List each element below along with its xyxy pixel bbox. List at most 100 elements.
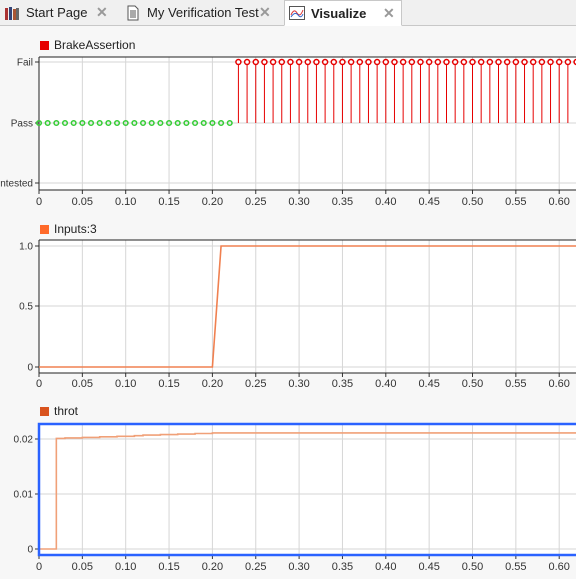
legend-swatch xyxy=(40,224,49,234)
fail-marker xyxy=(252,58,259,66)
fail-marker xyxy=(321,58,329,66)
pass-marker xyxy=(79,119,86,127)
fail-marker xyxy=(529,58,537,66)
fail-marker xyxy=(538,58,546,66)
selection-border xyxy=(37,422,576,557)
tab-label: Start Page xyxy=(26,5,88,20)
plot-area xyxy=(39,240,576,373)
x-tick-label: 0.45 xyxy=(418,378,439,390)
fail-marker xyxy=(391,58,398,66)
fail-marker xyxy=(382,58,390,66)
fail-marker xyxy=(313,58,320,66)
y-tick-label: 0.01 xyxy=(14,490,34,501)
x-tick-label: 0.50 xyxy=(462,196,483,208)
close-icon[interactable]: ✕ xyxy=(383,5,395,22)
fail-marker xyxy=(477,58,485,66)
x-tick-label: 0.30 xyxy=(288,378,309,390)
pass-marker xyxy=(131,119,138,127)
series-line xyxy=(39,245,576,368)
pass-marker xyxy=(122,119,129,127)
books-icon xyxy=(5,6,19,20)
fail-marker xyxy=(564,58,572,66)
x-tick-label: 0 xyxy=(36,561,42,573)
x-tick-label: 0.60 xyxy=(548,561,569,573)
x-tick-label: 0.35 xyxy=(332,561,353,573)
legend-label: throt xyxy=(54,404,79,418)
plot-title: Inputs:3 xyxy=(40,222,97,236)
x-tick-label: 0.55 xyxy=(505,378,526,390)
pass-marker xyxy=(148,119,155,127)
x-tick-label: 0.15 xyxy=(158,196,179,208)
tab-bar: Start Page ✕ My Verification Test ✕ Visu… xyxy=(0,0,576,26)
x-tick-label: 0.45 xyxy=(418,561,439,573)
y-tick-label: 0.02 xyxy=(14,435,34,446)
tab-visualize[interactable]: Visualize ✕ xyxy=(284,0,402,26)
x-tick-label: 0.15 xyxy=(158,561,179,573)
fail-marker xyxy=(425,58,433,66)
fail-marker xyxy=(373,58,381,66)
pass-marker xyxy=(218,119,225,127)
y-tick-label: Pass xyxy=(11,119,33,130)
fail-marker xyxy=(295,58,303,66)
fail-marker xyxy=(287,58,294,66)
pass-marker xyxy=(113,119,121,127)
fail-marker xyxy=(408,58,416,66)
tab-label: Visualize xyxy=(311,5,367,21)
plot-area xyxy=(39,424,576,555)
x-tick-label: 0.60 xyxy=(548,196,569,208)
fail-marker xyxy=(356,58,364,66)
x-tick-label: 0.10 xyxy=(115,196,136,208)
pass-marker xyxy=(166,119,173,127)
fail-marker xyxy=(443,58,450,66)
x-tick-label: 0.05 xyxy=(72,378,93,390)
x-tick-label: 0.55 xyxy=(505,196,526,208)
x-tick-label: 0.40 xyxy=(375,561,396,573)
legend-label: Inputs:3 xyxy=(54,222,97,236)
x-tick-label: 0.50 xyxy=(462,561,483,573)
fail-marker xyxy=(278,58,286,66)
x-tick-label: 0.05 xyxy=(72,561,93,573)
x-tick-label: 0 xyxy=(36,196,42,208)
legend-label: BrakeAssertion xyxy=(54,38,136,52)
fail-marker xyxy=(399,58,407,66)
x-tick-label: 0.10 xyxy=(115,378,136,390)
fail-marker xyxy=(365,58,372,66)
x-tick-label: 0.15 xyxy=(158,378,179,390)
x-tick-label: 0.30 xyxy=(288,196,309,208)
fail-marker xyxy=(243,58,251,66)
pass-marker xyxy=(226,119,233,127)
plot-title: throt xyxy=(40,404,78,418)
plot-title: BrakeAssertion xyxy=(40,38,135,52)
fail-marker xyxy=(261,58,268,66)
pass-marker xyxy=(96,119,103,127)
fail-marker xyxy=(347,58,355,66)
fail-marker xyxy=(417,58,424,66)
x-tick-label: 0.60 xyxy=(548,378,569,390)
x-tick-label: 0.20 xyxy=(202,378,223,390)
x-tick-label: 0.35 xyxy=(332,378,353,390)
pass-marker xyxy=(157,119,164,127)
fail-marker xyxy=(235,58,242,66)
tab-start-page[interactable]: Start Page ✕ xyxy=(0,0,120,25)
tab-my-verification-test[interactable]: My Verification Test ✕ xyxy=(121,0,283,25)
x-tick-label: 0.55 xyxy=(505,561,526,573)
pass-marker xyxy=(87,119,95,127)
fail-marker xyxy=(339,58,346,66)
y-tick-label: Fail xyxy=(17,58,33,69)
x-tick-label: 0.50 xyxy=(462,378,483,390)
close-icon[interactable]: ✕ xyxy=(259,4,271,21)
x-tick-label: 0 xyxy=(36,378,42,390)
y-tick-label: 1.0 xyxy=(19,242,33,253)
fail-marker xyxy=(495,58,502,66)
pass-marker xyxy=(192,119,199,127)
x-tick-label: 0.20 xyxy=(202,196,223,208)
fail-marker xyxy=(451,58,459,66)
fail-marker xyxy=(503,58,511,66)
legend-swatch xyxy=(40,406,49,416)
fail-marker xyxy=(269,58,277,66)
close-icon[interactable]: ✕ xyxy=(96,4,108,21)
pass-marker xyxy=(105,119,112,127)
x-tick-label: 0.10 xyxy=(115,561,136,573)
fail-marker xyxy=(555,58,563,66)
tab-label: My Verification Test xyxy=(147,5,259,20)
